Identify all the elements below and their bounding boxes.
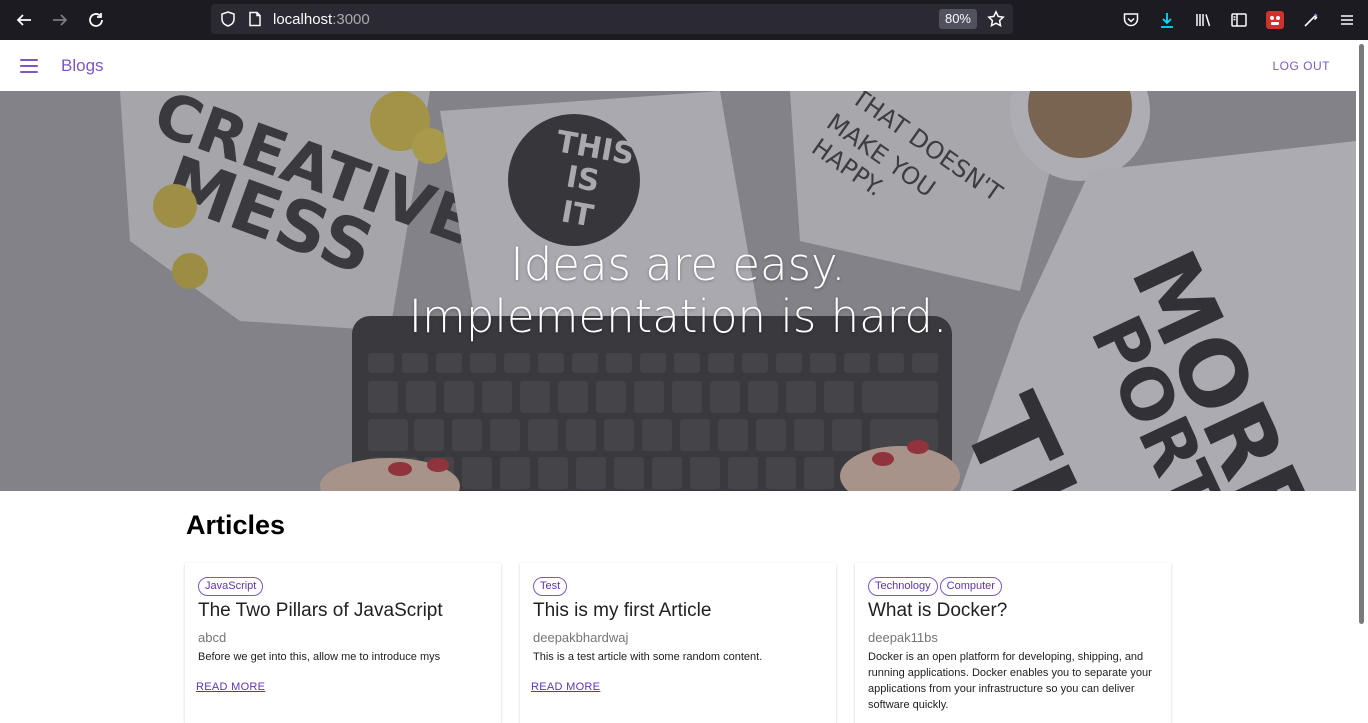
app-bar: Blogs LOG OUT [0,40,1356,91]
article-description: This is a test article with some random … [533,651,763,663]
article-description: Before we get into this, allow me to int… [198,651,441,663]
article-card: Technology Computer What is Docker? deep… [855,563,1171,723]
tag-chip[interactable]: Technology [868,577,938,596]
article-author: abcd [198,630,227,645]
hamburger-menu-icon[interactable] [20,58,38,73]
tracking-shield-icon[interactable] [219,10,237,28]
browser-toolbar: localhost:3000 80% [0,0,1368,40]
forward-icon[interactable] [42,2,78,38]
articles-heading: Articles [186,510,286,540]
article-title[interactable]: What is Docker? [868,600,1158,622]
library-icon[interactable] [1194,11,1212,29]
logout-button[interactable]: LOG OUT [1272,59,1330,73]
article-title[interactable]: The Two Pillars of JavaScript [198,600,488,622]
url-text[interactable]: localhost:3000 [273,11,370,28]
reload-icon[interactable] [78,2,114,38]
page-scrollbar[interactable] [1356,40,1368,695]
article-author: deepakbhardwaj [533,630,629,645]
bookmark-star-icon[interactable] [987,10,1005,28]
app-menu-icon[interactable] [1338,11,1356,29]
tag-list: JavaScript [198,577,488,596]
article-title[interactable]: This is my first Article [533,600,823,622]
tag-chip[interactable]: Computer [939,577,1002,596]
scrollbar-thumb[interactable] [1359,44,1364,624]
article-card-list: JavaScript The Two Pillars of JavaScript… [185,563,1172,723]
tag-chip[interactable]: Test [533,577,568,596]
download-icon[interactable] [1158,11,1176,29]
tag-chip[interactable]: JavaScript [198,577,264,596]
extension-icon[interactable] [1266,11,1284,29]
read-more-link[interactable]: READ MORE [531,681,600,693]
url-bar[interactable]: localhost:3000 80% [211,4,1013,34]
pocket-icon[interactable] [1122,11,1140,29]
hero-line-1: Ideas are easy. [510,238,846,291]
read-more-link[interactable]: READ MORE [196,681,265,693]
article-author: deepak11bs [868,630,938,645]
hero-banner: CREATIVE MESS THIS IS IT THAT DOESN'T MA… [0,91,1356,491]
tag-list: Technology Computer [868,577,1158,596]
article-card: Test This is my first Article deepakbhar… [520,563,836,723]
hero-quote: Ideas are easy. Implementation is hard. [0,239,1356,343]
sidebar-icon[interactable] [1230,11,1248,29]
article-card: JavaScript The Two Pillars of JavaScript… [185,563,501,723]
back-icon[interactable] [6,2,42,38]
tag-list: Test [533,577,823,596]
app-title[interactable]: Blogs [61,56,104,76]
article-description: Docker is an open platform for developin… [868,651,1152,711]
color-picker-icon[interactable] [1302,11,1320,29]
page-info-icon[interactable] [247,11,263,27]
zoom-level-badge[interactable]: 80% [938,9,977,29]
hero-line-2: Implementation is hard. [408,290,948,343]
